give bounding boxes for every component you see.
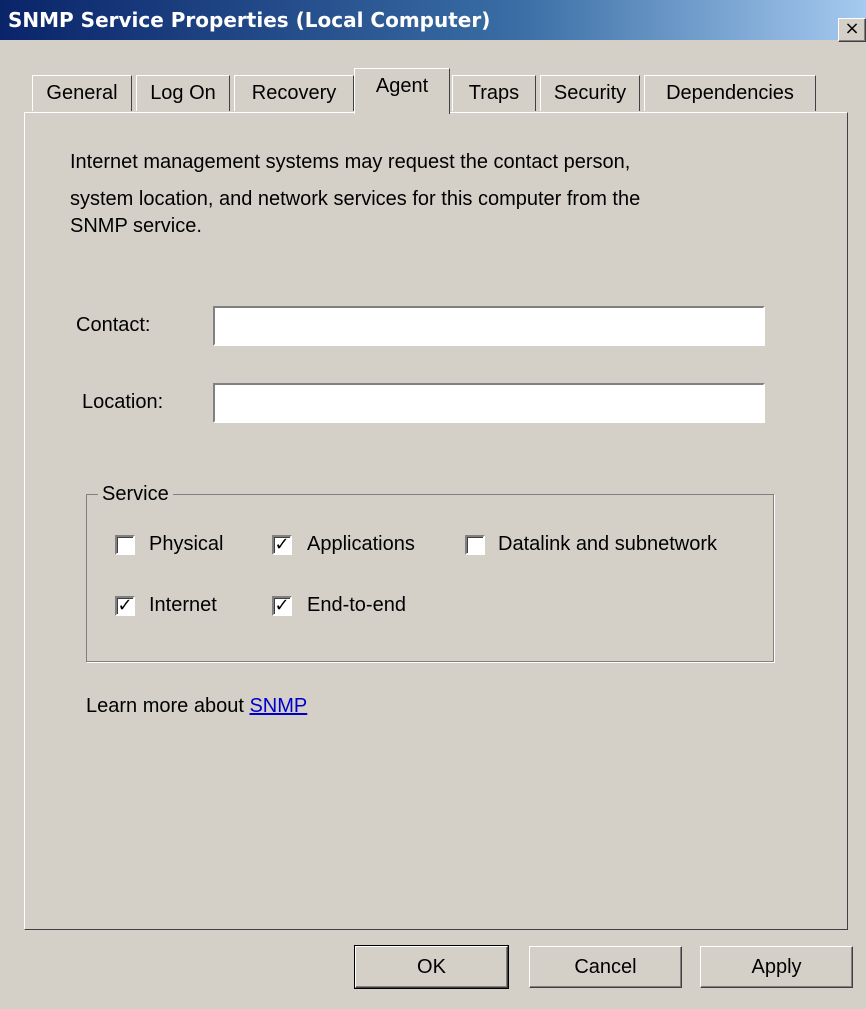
datalink-checkbox[interactable]: [465, 535, 485, 555]
learn-more: Learn more about SNMP: [86, 695, 307, 718]
service-group-label: Service: [98, 483, 173, 506]
tab-label: Agent: [375, 75, 429, 97]
datalink-label: Datalink and subnetwork: [498, 533, 718, 555]
tab-agent[interactable]: Agent: [354, 68, 450, 114]
service-groupbox: [86, 494, 774, 662]
close-icon: ×: [844, 18, 860, 39]
location-label: Location:: [82, 391, 164, 413]
window-title: SNMP Service Properties (Local Computer): [8, 8, 491, 32]
internet-label: Internet: [149, 594, 217, 616]
tab-label: Traps: [468, 82, 520, 104]
end-to-end-checkbox[interactable]: ✓: [272, 596, 292, 616]
contact-field[interactable]: [213, 306, 765, 346]
end-to-end-label: End-to-end: [307, 594, 406, 616]
apply-button[interactable]: Apply: [700, 946, 853, 988]
tab-dependencies[interactable]: Dependencies: [644, 75, 816, 111]
tab-label: Dependencies: [666, 82, 794, 104]
checkmark-icon: ✓: [274, 534, 290, 555]
internet-checkbox[interactable]: ✓: [115, 596, 135, 616]
tab-traps[interactable]: Traps: [452, 75, 536, 111]
location-field[interactable]: [213, 383, 765, 423]
tab-log-on[interactable]: Log On: [136, 75, 230, 111]
tab-general[interactable]: General: [32, 75, 132, 111]
checkmark-icon: ✓: [274, 595, 290, 616]
tab-recovery[interactable]: Recovery: [234, 75, 354, 111]
snmp-link[interactable]: SNMP: [249, 695, 307, 717]
description-line: Internet management systems may request …: [70, 151, 631, 173]
tab-security[interactable]: Security: [540, 75, 640, 111]
close-button[interactable]: ×: [838, 18, 866, 42]
tab-label: Log On: [150, 82, 216, 104]
applications-checkbox[interactable]: ✓: [272, 535, 292, 555]
physical-checkbox[interactable]: [115, 535, 135, 555]
checkmark-icon: ✓: [117, 595, 133, 616]
ok-button[interactable]: OK: [354, 945, 509, 989]
applications-label: Applications: [307, 533, 415, 555]
title-bar: SNMP Service Properties (Local Computer)…: [0, 0, 866, 42]
tab-label: Recovery: [251, 82, 337, 104]
tab-label: General: [46, 82, 118, 104]
cancel-button[interactable]: Cancel: [529, 946, 682, 988]
description-line: system location, and network services fo…: [70, 188, 641, 210]
description-line: SNMP service.: [70, 215, 202, 237]
tab-label: Security: [553, 82, 627, 104]
learn-more-text: Learn more about: [86, 695, 244, 717]
contact-label: Contact:: [76, 314, 151, 336]
physical-label: Physical: [149, 533, 224, 555]
